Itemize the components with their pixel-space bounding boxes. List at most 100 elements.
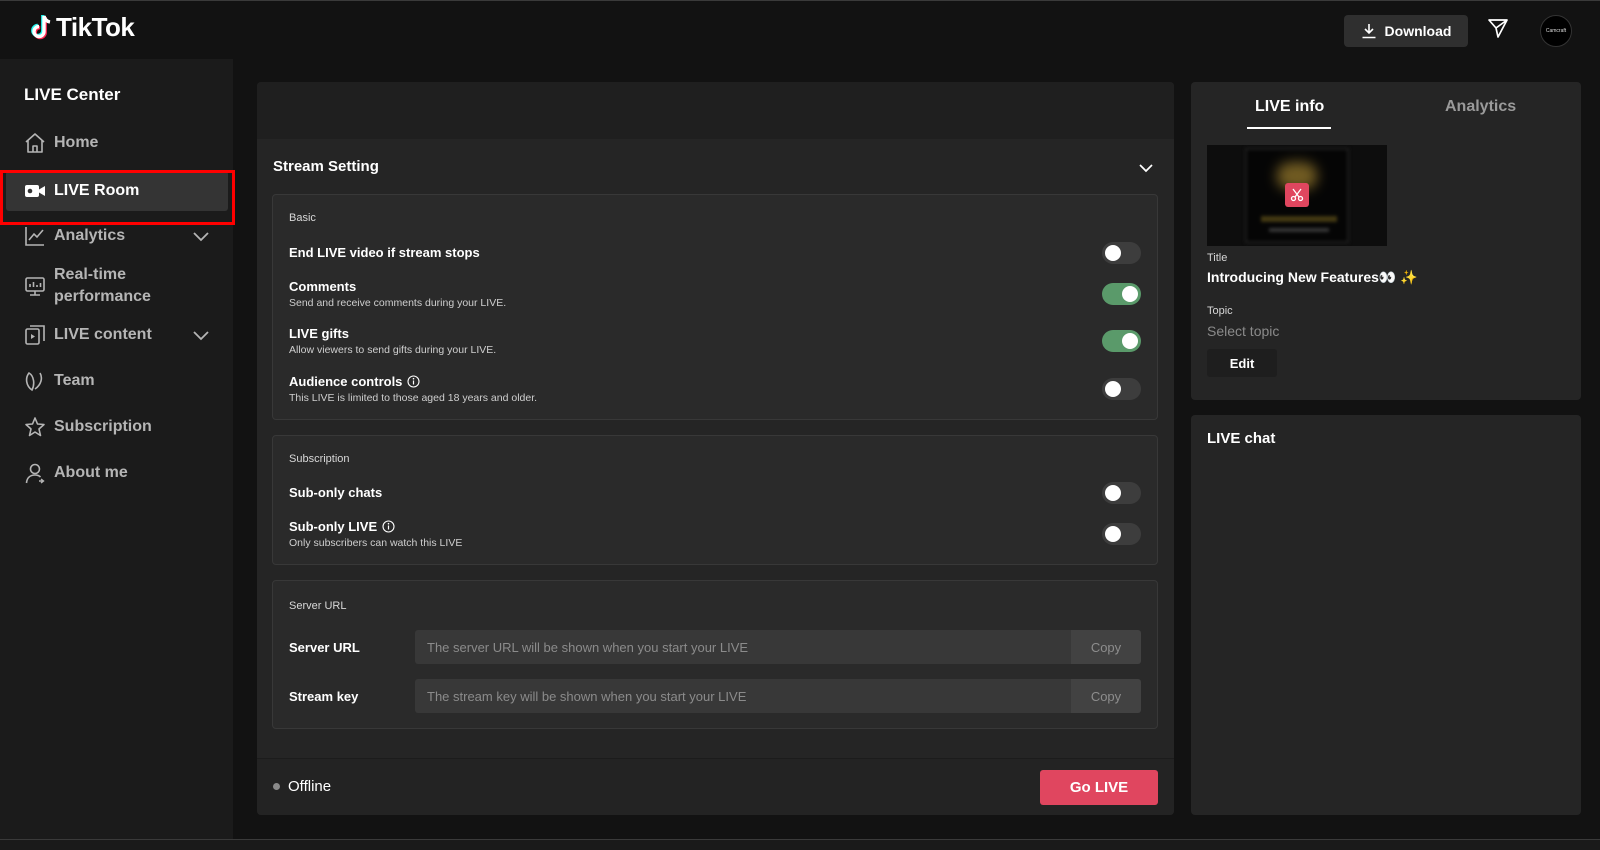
info-icon[interactable] [407,375,420,388]
tab-analytics[interactable]: Analytics [1445,98,1516,116]
setting-row: Audience controls This LIVE is limited t… [289,374,1141,408]
chart-line-icon [25,227,44,246]
live-control-bar: Offline Go LIVE [257,758,1174,815]
active-tab-indicator [1247,127,1331,129]
audience-controls-toggle[interactable] [1102,378,1141,400]
sidebar-item-label: LIVE content [54,326,152,343]
card-title: Subscription [289,453,350,465]
tiktok-logo[interactable]: TikTok [30,12,135,43]
copy-stream-key-button[interactable]: Copy [1071,679,1141,713]
user-icon [25,463,45,484]
toggle-knob [1105,245,1121,261]
send-icon[interactable] [1487,17,1509,44]
live-gifts-toggle[interactable] [1102,330,1141,352]
live-cover-thumbnail[interactable] [1207,145,1387,246]
sidebar-item-label: Subscription [54,418,152,435]
sidebar-item-label: Analytics [54,227,126,244]
avatar-text: Camcraft [1545,28,1567,34]
setting-label: Comments [289,279,357,294]
title-label: Title [1207,252,1228,264]
setting-description: This LIVE is limited to those aged 18 ye… [289,392,538,404]
sidebar: LIVE Center Home LIVE Room Analytics Rea… [0,59,233,850]
copy-server-url-button[interactable]: Copy [1071,630,1141,664]
live-status: Offline [273,778,331,795]
sidebar-item-analytics[interactable]: Analytics [0,216,233,256]
topic-placeholder[interactable]: Select topic [1207,323,1279,339]
preview-bar [257,82,1174,139]
sidebar-item-real-time-performance[interactable]: Real-time performance [0,261,233,311]
setting-label: Sub-only chats [289,485,383,500]
sidebar-item-label: Real-time performance [54,264,151,308]
toggle-knob [1122,286,1138,302]
sub-only-live-toggle[interactable] [1102,523,1141,545]
tab-live-info[interactable]: LIVE info [1255,98,1324,116]
brand-name: TikTok [56,12,135,42]
sidebar-item-team[interactable]: Team [0,361,233,401]
live-title-value: Introducing New Features👀 ✨ [1207,269,1418,285]
setting-row: LIVE gifts Allow viewers to send gifts d… [289,326,1141,360]
topic-label: Topic [1207,305,1233,317]
home-icon [25,133,45,153]
download-button[interactable]: Download [1344,15,1468,47]
toggle-knob [1105,381,1121,397]
setting-label: Audience controls [289,374,1141,389]
cover-text-block [1261,216,1337,222]
subscription-settings-card: Subscription Sub-only chats Sub-only LIV… [272,435,1158,565]
comments-toggle[interactable] [1102,283,1141,305]
setting-label: End LIVE video if stream stops [289,245,480,260]
server-url-row: Server URL The server URL will be shown … [289,630,1141,664]
cover-text-block [1269,228,1329,232]
sidebar-item-about-me[interactable]: About me [0,453,233,493]
sidebar-item-live-content[interactable]: LIVE content [0,315,233,355]
subscription-star-icon [25,417,45,437]
sidebar-item-home[interactable]: Home [0,123,233,163]
sidebar-item-label: About me [54,464,128,481]
stream-key-field[interactable]: The stream key will be shown when you st… [415,679,1071,713]
setting-row: End LIVE video if stream stops [289,241,1141,265]
stream-setting-title: Stream Setting [273,158,379,175]
sidebar-item-label-line1: Real-time [54,266,127,283]
sidebar-item-label-line2: performance [54,288,151,305]
setting-label: Sub-only LIVE [289,519,1141,534]
setting-label: LIVE gifts [289,326,349,341]
sidebar-item-label: Home [54,134,99,151]
server-url-label: Server URL [289,639,360,655]
avatar[interactable]: Camcraft [1540,15,1572,47]
toggle-knob [1122,333,1138,349]
stream-panel: Stream Setting Basic End LIVE video if s… [257,82,1174,815]
status-dot [273,783,280,790]
toggle-knob [1105,526,1121,542]
sidebar-item-label: Team [54,372,95,389]
download-label: Download [1384,23,1452,39]
live-chat-title: LIVE chat [1207,430,1276,447]
chevron-down-icon[interactable] [1138,160,1154,176]
status-text: Offline [288,778,332,795]
stream-key-row: Stream key The stream key will be shown … [289,679,1141,713]
basic-settings-card: Basic End LIVE video if stream stops Com… [272,194,1158,420]
live-chat-panel: LIVE chat [1191,415,1581,815]
setting-description: Only subscribers can watch this LIVE [289,537,463,549]
team-icon [25,371,43,392]
scissors-icon[interactable] [1285,183,1309,207]
edit-button[interactable]: Edit [1207,349,1277,377]
video-camera-icon [25,185,45,197]
sub-only-chats-toggle[interactable] [1102,482,1141,504]
server-url-field[interactable]: The server URL will be shown when you st… [415,630,1071,664]
setting-description: Send and receive comments during your LI… [289,297,507,309]
chevron-down-icon[interactable] [191,325,211,345]
card-title: Server URL [289,600,347,612]
sidebar-item-live-room[interactable]: LIVE Room [6,171,228,211]
end-live-toggle[interactable] [1102,242,1141,264]
tiktok-note-icon [31,14,51,39]
setting-row: Sub-only chats [289,481,1141,505]
info-icon[interactable] [382,520,395,533]
live-info-panel: LIVE info Analytics Title Introducing Ne… [1191,82,1581,400]
sidebar-title: LIVE Center [24,85,121,104]
top-header: TikTok Download Camcraft [0,0,1600,59]
sidebar-item-subscription[interactable]: Subscription [0,407,233,447]
card-title: Basic [289,212,316,224]
setting-label-text: Audience controls [289,374,403,389]
sidebar-item-label: LIVE Room [54,182,140,199]
go-live-button[interactable]: Go LIVE [1040,770,1158,805]
chevron-down-icon[interactable] [191,226,211,246]
